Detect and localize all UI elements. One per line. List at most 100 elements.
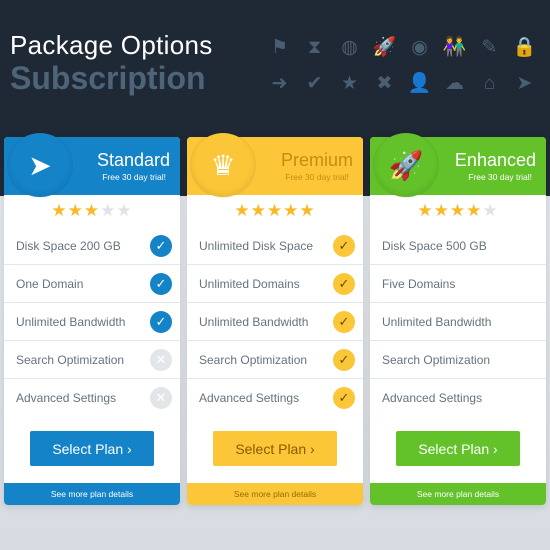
plan-header: 🚀 Enhanced Free 30 day trial! bbox=[370, 133, 546, 197]
check-icon: ✓ bbox=[333, 310, 355, 333]
feature-label: Disk Space 200 GB bbox=[16, 238, 121, 253]
globe-grid-icon: ◍ bbox=[341, 37, 358, 58]
lock-icon: 🔒 bbox=[512, 37, 537, 58]
feature-label: Unlimited Disk Space bbox=[199, 238, 314, 253]
cross-icon: ✕ bbox=[150, 348, 172, 371]
feature-row: Advanced Settings ✕ bbox=[4, 379, 180, 417]
cross-icon: ✕ bbox=[150, 387, 172, 409]
earth-icon: ◉ bbox=[411, 37, 428, 58]
plan-name: Standard bbox=[96, 150, 170, 170]
pencil-icon: ✎ bbox=[481, 37, 498, 58]
people-icon: 👫 bbox=[442, 37, 467, 58]
feature-label: Advanced Settings bbox=[16, 391, 117, 405]
check-icon: ✓ bbox=[333, 387, 355, 409]
page-subtitle: Subscription bbox=[10, 60, 206, 96]
feature-row: Unlimited Disk Space ✓ bbox=[187, 227, 363, 265]
star-filled-icon: ★ bbox=[67, 201, 84, 220]
select-plan-button[interactable]: Select Plan › bbox=[396, 431, 520, 466]
check-icon: ✓ bbox=[333, 272, 355, 295]
feature-label: Search Optimization bbox=[382, 352, 491, 367]
star-empty-icon: ★ bbox=[482, 201, 499, 220]
feature-label: Unlimited Bandwidth bbox=[382, 314, 492, 329]
hourglass-icon: ⧗ bbox=[307, 37, 322, 58]
cloud-upload-icon: ☁ bbox=[445, 73, 464, 94]
feature-row: Disk Space 500 GB bbox=[370, 227, 546, 265]
signpost-icon: ⚑ bbox=[270, 37, 289, 58]
paper-plane-icon: ➤ bbox=[28, 149, 52, 181]
check-icon: ✓ bbox=[150, 310, 172, 333]
select-plan-button[interactable]: Select Plan › bbox=[30, 431, 154, 466]
check-icon: ✓ bbox=[333, 234, 355, 257]
rocket-icon: 🚀 bbox=[388, 149, 424, 181]
plan-name: Premium bbox=[280, 150, 353, 170]
select-plan-button[interactable]: Select Plan › bbox=[213, 431, 337, 466]
star-filled-icon: ★ bbox=[83, 201, 101, 220]
star-filled-icon: ★ bbox=[234, 201, 251, 220]
plan-subtitle: Free 30 day trial! bbox=[285, 172, 349, 182]
rating-stars: ★★★★★ bbox=[187, 195, 363, 227]
arrow-circle-icon: ➜ bbox=[271, 73, 288, 94]
feature-row: Five Domains bbox=[370, 265, 546, 303]
icon-set: ⚑ ⧗ ◍ 🚀 ◉ 👫 ✎ 🔒 ➜ ✔ ★ ✖ 👤 ☁ ⌂ ➤ bbox=[262, 36, 542, 96]
star-filled-icon: ★ bbox=[51, 201, 68, 220]
feature-row: Unlimited Domains ✓ bbox=[187, 265, 363, 303]
feature-row: Search Optimization ✓ bbox=[187, 341, 363, 379]
feature-row: One Domain ✓ bbox=[4, 265, 180, 303]
check-circle-icon: ✔ bbox=[306, 73, 323, 94]
feature-row: Search Optimization ✕ bbox=[4, 341, 180, 379]
rocket-icon: 🚀 bbox=[372, 37, 397, 58]
star-filled-icon: ★ bbox=[466, 201, 483, 220]
feature-label: Unlimited Domains bbox=[199, 276, 300, 291]
star-filled-icon: ★ bbox=[433, 201, 450, 220]
feature-row: Search Optimization bbox=[370, 341, 546, 379]
plan-details-link[interactable]: See more plan details bbox=[187, 483, 363, 505]
plan-name: Enhanced bbox=[454, 150, 536, 170]
star-filled-icon: ★ bbox=[283, 201, 300, 220]
feature-label: Search Optimization bbox=[16, 352, 125, 367]
feature-label: Disk Space 500 GB bbox=[382, 238, 487, 253]
feature-label: Unlimited Bandwidth bbox=[199, 314, 309, 329]
feature-row: Advanced Settings bbox=[370, 379, 546, 417]
check-icon: ✓ bbox=[333, 348, 355, 371]
home-icon: ⌂ bbox=[483, 73, 496, 94]
feature-row: Unlimited Bandwidth bbox=[370, 303, 546, 341]
plan-header: ♛ Premium Free 30 day trial! bbox=[187, 133, 363, 197]
rating-stars: ★★★★★ bbox=[370, 195, 546, 227]
plan-badge: ➤ bbox=[8, 133, 72, 197]
star-empty-icon: ★ bbox=[100, 201, 117, 220]
star-filled-icon: ★ bbox=[250, 201, 267, 220]
star-filled-icon: ★ bbox=[417, 201, 434, 220]
check-icon: ✓ bbox=[150, 234, 172, 257]
plan-details-link[interactable]: See more plan details bbox=[4, 483, 180, 505]
feature-label: Unlimited Bandwidth bbox=[16, 314, 126, 329]
x-circle-icon: ✖ bbox=[376, 73, 393, 94]
crown-icon: ♛ bbox=[210, 149, 236, 181]
feature-row: Unlimited Bandwidth ✓ bbox=[4, 303, 180, 341]
check-icon: ✓ bbox=[150, 272, 172, 295]
feature-row: Unlimited Bandwidth ✓ bbox=[187, 303, 363, 341]
plan-header: ➤ Standard Free 30 day trial! bbox=[4, 133, 180, 197]
user-icon: 👤 bbox=[407, 73, 432, 94]
plan-subtitle: Free 30 day trial! bbox=[102, 172, 166, 182]
feature-label: Advanced Settings bbox=[199, 391, 300, 405]
plan-details-link[interactable]: See more plan details bbox=[370, 483, 546, 505]
plan-badge: 🚀 bbox=[374, 133, 438, 197]
star-empty-icon: ★ bbox=[116, 201, 133, 220]
star-filled-icon: ★ bbox=[299, 201, 316, 220]
page-title: Package Options bbox=[10, 30, 213, 60]
feature-label: Search Optimization bbox=[199, 352, 308, 367]
feature-label: One Domain bbox=[16, 276, 84, 291]
plan-badge: ♛ bbox=[191, 133, 255, 197]
plan-card-enhanced: 🚀 Enhanced Free 30 day trial! ★★★★★ Disk Spa… bbox=[370, 133, 546, 505]
rating-stars: ★★★★★ bbox=[4, 195, 180, 227]
plan-subtitle: Free 30 day trial! bbox=[468, 172, 532, 182]
plan-card-standard: ➤ Standard Free 30 day trial! ★★★★★ Disk Spa… bbox=[4, 133, 180, 505]
star-filled-icon: ★ bbox=[266, 201, 284, 220]
plan-card-premium: ♛ Premium Free 30 day trial! ★★★★★ Unlimited… bbox=[187, 133, 363, 505]
paper-plane-icon: ➤ bbox=[516, 73, 533, 94]
star-circle-icon: ★ bbox=[340, 73, 359, 94]
feature-row: Advanced Settings ✓ bbox=[187, 379, 363, 417]
star-filled-icon: ★ bbox=[449, 201, 467, 220]
feature-label: Advanced Settings bbox=[382, 391, 483, 405]
feature-label: Five Domains bbox=[382, 276, 456, 291]
